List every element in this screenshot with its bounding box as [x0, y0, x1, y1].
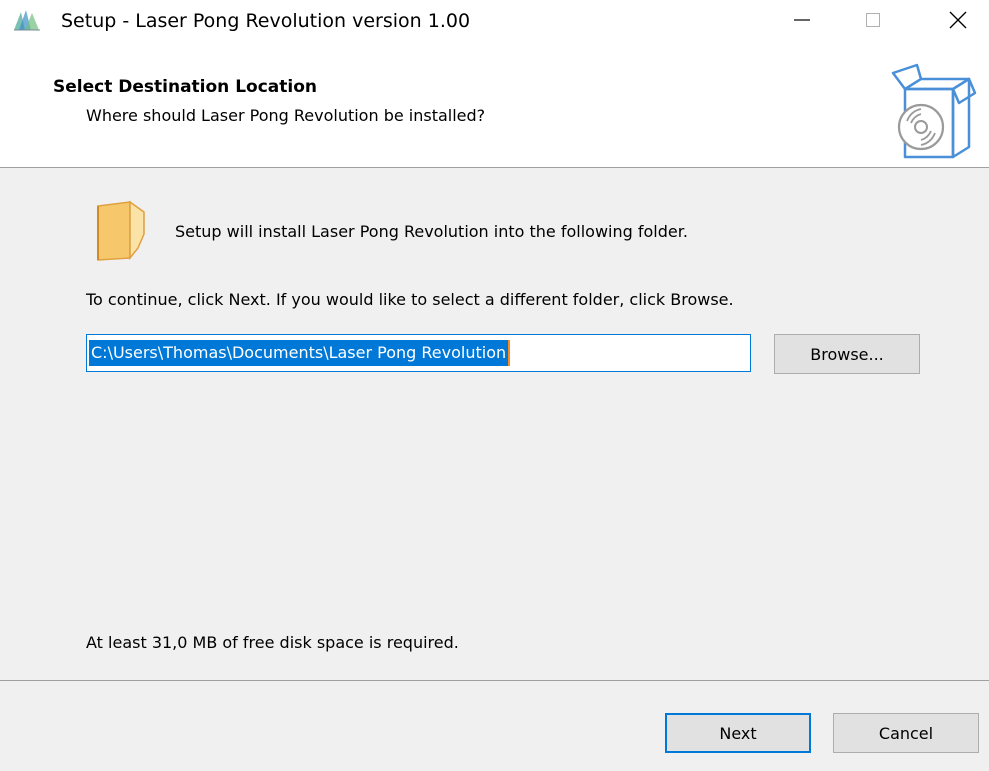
cancel-button[interactable]: Cancel — [833, 713, 979, 753]
browse-button[interactable]: Browse... — [774, 334, 920, 374]
close-icon — [948, 10, 968, 34]
window-title: Setup - Laser Pong Revolution version 1.… — [61, 10, 471, 32]
wizard-content: Setup will install Laser Pong Revolution… — [0, 168, 989, 680]
text-caret — [508, 340, 511, 366]
maximize-icon — [863, 10, 883, 34]
folder-icon — [94, 198, 148, 262]
page-subtitle: Where should Laser Pong Revolution be in… — [86, 106, 486, 125]
minimize-button[interactable] — [771, 0, 833, 44]
title-bar[interactable]: Setup - Laser Pong Revolution version 1.… — [0, 0, 989, 44]
setup-window: Setup - Laser Pong Revolution version 1.… — [0, 0, 989, 771]
disk-space-requirement: At least 31,0 MB of free disk space is r… — [86, 633, 459, 652]
setup-app-icon — [13, 8, 41, 32]
destination-path-input[interactable]: C:\Users\Thomas\Documents\Laser Pong Rev… — [86, 334, 751, 372]
minimize-icon — [792, 10, 812, 34]
close-button[interactable] — [927, 0, 989, 44]
software-box-icon — [887, 61, 977, 161]
instruction-text: To continue, click Next. If you would li… — [86, 290, 734, 309]
wizard-header: Select Destination Location Where should… — [0, 44, 989, 168]
next-button[interactable]: Next — [665, 713, 811, 753]
destination-path-value: C:\Users\Thomas\Documents\Laser Pong Rev… — [89, 340, 511, 366]
wizard-footer: Next Cancel — [0, 680, 989, 771]
page-title: Select Destination Location — [53, 77, 317, 97]
maximize-button[interactable] — [842, 0, 904, 44]
install-intro-text: Setup will install Laser Pong Revolution… — [175, 222, 688, 241]
